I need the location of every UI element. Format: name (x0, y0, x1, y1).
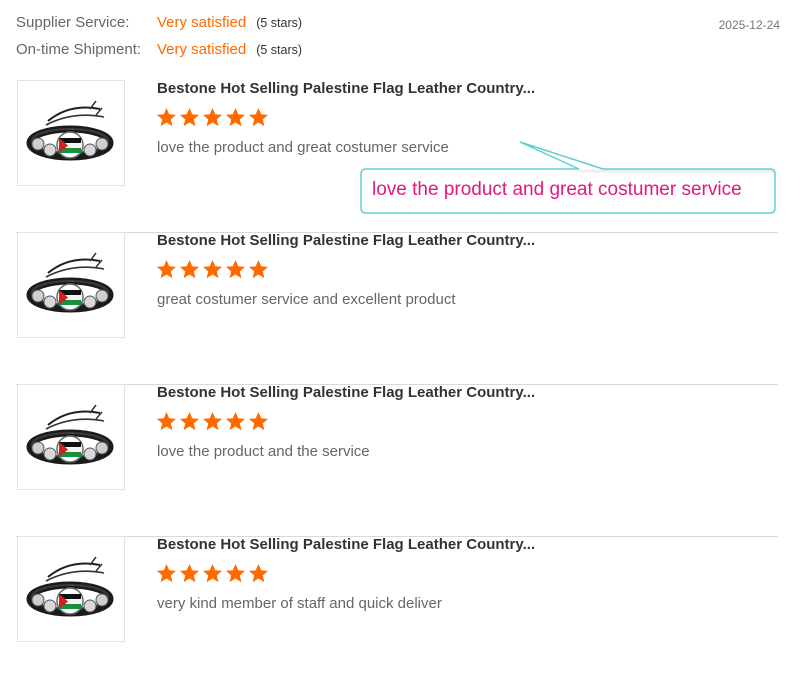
star-icon (179, 563, 200, 584)
supplier-service-label: Supplier Service: (16, 14, 130, 31)
product-title[interactable]: Bestone Hot Selling Palestine Flag Leath… (157, 232, 535, 249)
star-icon (248, 107, 269, 128)
on-time-shipment-label: On-time Shipment: (16, 41, 142, 58)
callout-text: love the product and great costumer serv… (372, 179, 742, 200)
star-icon (179, 259, 200, 280)
bracelet-image (26, 404, 114, 465)
star-icon (202, 411, 223, 432)
product-thumbnail[interactable] (17, 384, 125, 490)
review-comment: great costumer service and excellent pro… (157, 291, 456, 308)
star-icon (225, 259, 246, 280)
star-icon (202, 107, 223, 128)
on-time-shipment-stars: (5 stars) (256, 43, 303, 57)
star-icon (248, 563, 269, 584)
review-item: Bestone Hot Selling Palestine Flag Leath… (16, 536, 778, 688)
bracelet-image (26, 252, 114, 313)
on-time-shipment-value: Very satisfied (157, 41, 247, 58)
star-icon (156, 259, 177, 280)
star-icon (225, 411, 246, 432)
star-icon (202, 259, 223, 280)
supplier-service-stars: (5 stars) (256, 16, 303, 30)
star-icon (202, 563, 223, 584)
product-thumbnail[interactable] (17, 536, 125, 642)
star-icon (156, 563, 177, 584)
review-comment: love the product and the service (157, 443, 370, 460)
star-rating (156, 259, 269, 281)
on-time-shipment-row: On-time Shipment: Very satisfied (5 star… (16, 41, 786, 68)
product-title[interactable]: Bestone Hot Selling Palestine Flag Leath… (157, 384, 535, 401)
star-rating (156, 107, 269, 129)
supplier-service-row: Supplier Service: Very satisfied (5 star… (16, 14, 786, 41)
star-icon (248, 259, 269, 280)
star-rating (156, 563, 269, 585)
star-icon (179, 107, 200, 128)
rating-summary: Supplier Service: Very satisfied (5 star… (16, 14, 786, 68)
product-title[interactable]: Bestone Hot Selling Palestine Flag Leath… (157, 80, 535, 97)
star-rating (156, 411, 269, 433)
star-icon (179, 411, 200, 432)
star-icon (156, 411, 177, 432)
product-title[interactable]: Bestone Hot Selling Palestine Flag Leath… (157, 536, 535, 553)
bracelet-image (26, 100, 114, 161)
annotation-callout: love the product and great costumer serv… (357, 125, 779, 215)
star-icon (156, 107, 177, 128)
review-comment: very kind member of staff and quick deli… (157, 595, 442, 612)
supplier-service-value: Very satisfied (157, 14, 247, 31)
callout-bubble-shape (360, 141, 777, 214)
star-icon (225, 563, 246, 584)
product-thumbnail[interactable] (17, 232, 125, 338)
star-icon (225, 107, 246, 128)
review-date: 2025-12-24 (718, 18, 780, 32)
star-icon (248, 411, 269, 432)
review-item: Bestone Hot Selling Palestine Flag Leath… (16, 384, 778, 537)
review-item: Bestone Hot Selling Palestine Flag Leath… (16, 232, 778, 385)
bracelet-image (26, 556, 114, 617)
product-thumbnail[interactable] (17, 80, 125, 186)
